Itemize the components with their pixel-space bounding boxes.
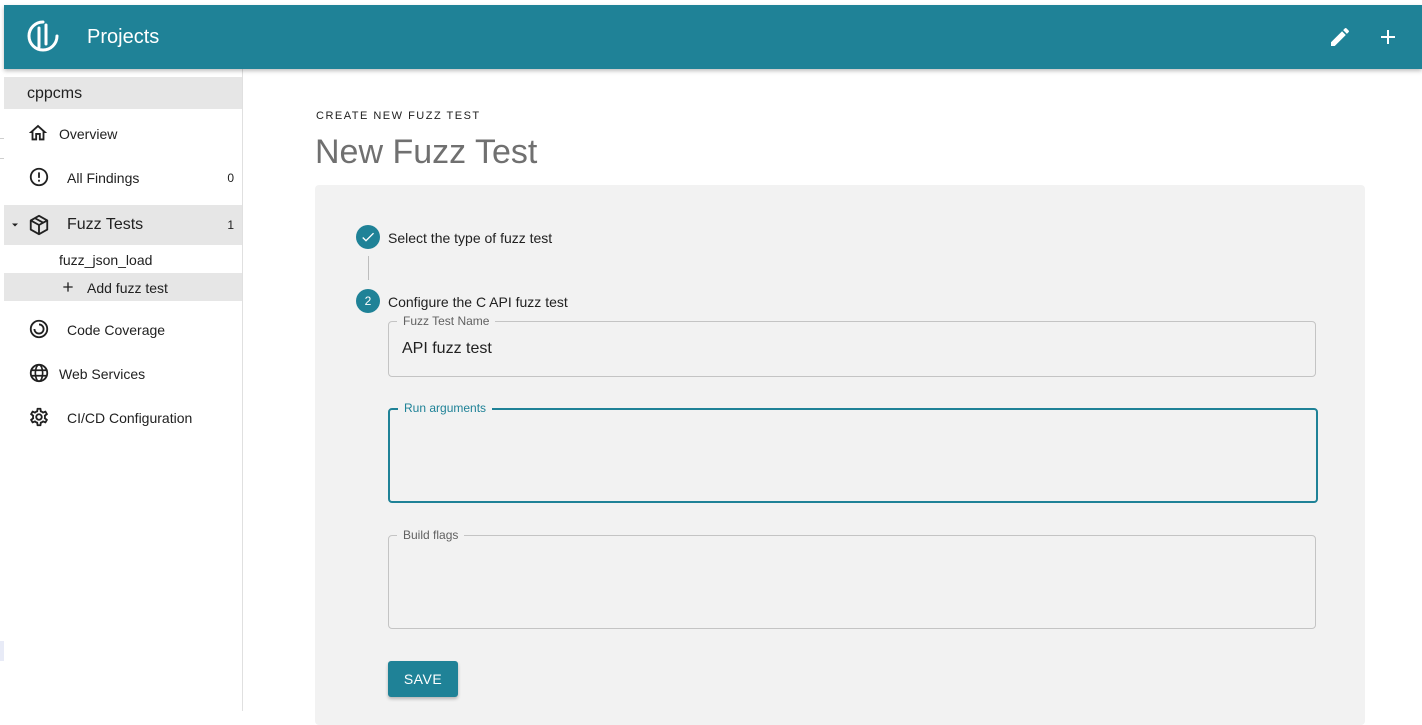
sidebar-item-cicd-configuration[interactable]: CI/CD Configuration [4,401,242,433]
coverage-icon [29,319,49,339]
page-title: New Fuzz Test [315,133,538,171]
edit-icon[interactable] [1328,25,1352,49]
sidebar: cppcms Overview All Findings 0 Fuzz Test… [0,69,243,711]
project-header[interactable]: cppcms [4,77,242,109]
run-arguments-field[interactable]: Run arguments [388,401,1318,503]
fuzz-test-name-field[interactable]: Fuzz Test Name API fuzz test [388,314,1316,377]
save-button[interactable]: SAVE [388,661,458,697]
fuzz-test-name-input[interactable]: API fuzz test [402,340,492,358]
build-flags-field[interactable]: Build flags [388,528,1316,629]
sidebar-item-label: Add fuzz test [87,280,168,296]
project-name: cppcms [27,85,83,102]
sidebar-item-overview[interactable]: Overview [4,117,242,149]
sidebar-item-web-services[interactable]: Web Services [4,357,242,389]
sidebar-item-label: All Findings [67,170,140,186]
stepper-panel: Select the type of fuzz test 2 Configure… [315,185,1365,725]
globe-icon [29,363,49,383]
top-app-bar: Projects [4,5,1422,69]
fuzz-tests-count: 1 [227,218,234,232]
sidebar-item-fuzz-json-load[interactable]: fuzz_json_load [4,249,242,273]
sidebar-item-label: Fuzz Tests [67,216,144,233]
sidebar-item-label: Overview [59,126,118,142]
step-2-label[interactable]: Configure the C API fuzz test [388,294,568,310]
sidebar-item-label: Code Coverage [67,322,166,338]
gear-icon [30,407,48,427]
alert-circle-icon [29,167,49,187]
home-icon [28,124,48,141]
app-window: Projects cppcms Overview All Findings 0 … [0,5,1422,725]
package-icon [29,214,49,236]
main-content: CREATE NEW FUZZ TEST New Fuzz Test Selec… [243,69,1422,725]
sidebar-item-add-fuzz-test[interactable]: Add fuzz test [4,273,242,301]
step-2-badge[interactable]: 2 [356,289,380,313]
field-label: Run arguments [398,401,493,415]
logo-icon[interactable] [26,19,60,53]
app-title: Projects [87,26,160,48]
field-label: Build flags [397,528,465,542]
sidebar-item-fuzz-tests[interactable]: Fuzz Tests 1 [4,205,242,245]
sidebar-item-label: Web Services [59,366,146,382]
edge-mark [0,158,4,159]
plus-icon [63,282,73,292]
field-label: Fuzz Test Name [397,314,496,328]
step-1-label[interactable]: Select the type of fuzz test [388,230,552,246]
caret-down-icon[interactable] [8,218,22,232]
sidebar-item-label: fuzz_json_load [59,252,153,268]
page-overline: CREATE NEW FUZZ TEST [316,110,481,122]
sidebar-item-all-findings[interactable]: All Findings 0 [4,161,242,193]
add-icon[interactable] [1376,25,1400,49]
findings-count: 0 [227,171,234,185]
edge-selection [0,641,4,661]
sidebar-item-code-coverage[interactable]: Code Coverage [4,313,242,345]
sidebar-item-label: CI/CD Configuration [67,410,193,426]
step-1-complete-badge[interactable] [356,225,380,249]
check-icon [362,232,374,242]
step-connector [368,256,369,280]
